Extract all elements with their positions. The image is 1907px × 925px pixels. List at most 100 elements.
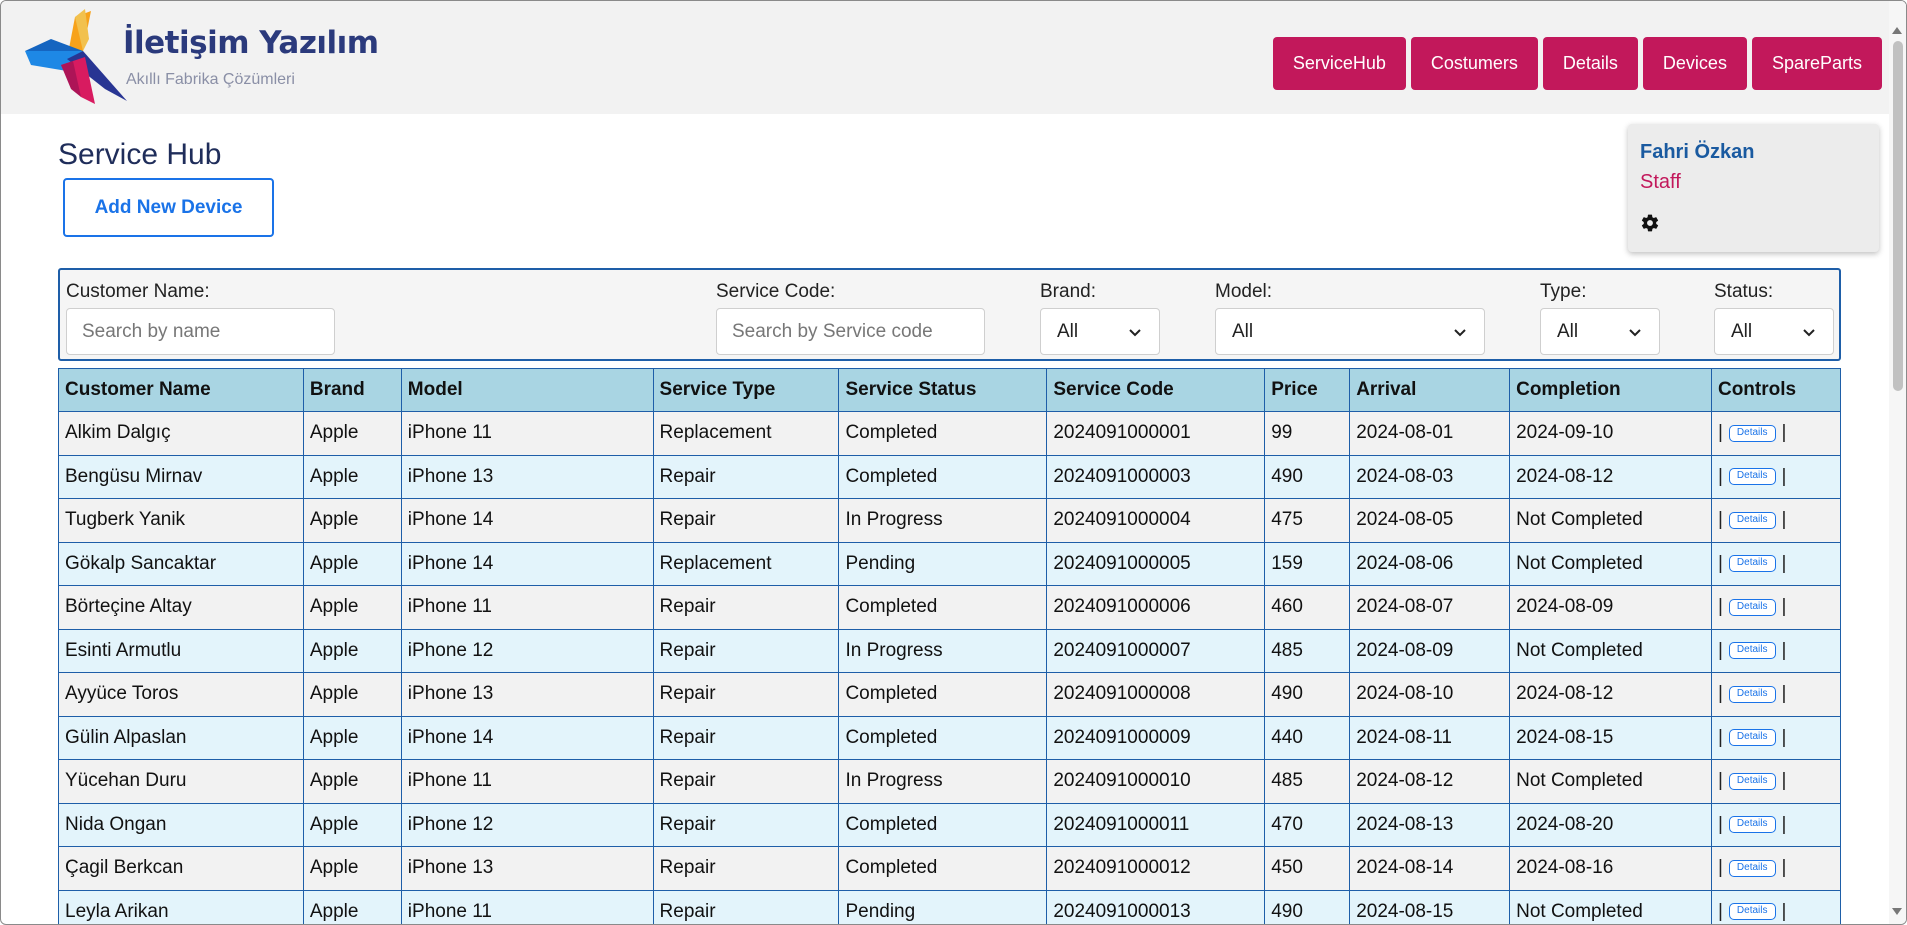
model-cell: iPhone 13 (400, 672, 654, 717)
details-button[interactable]: Details (1728, 816, 1776, 834)
brand-cell: Apple (302, 889, 402, 924)
controls-cell: | Details | (1710, 454, 1842, 499)
table-row[interactable]: Bengüsu Mirnav Apple iPhone 13 Repair Comple… (58, 454, 1842, 499)
details-button[interactable]: Details (1728, 642, 1776, 660)
separator: | (1717, 596, 1723, 618)
customer-name-cell: Esinti Armutlu (58, 628, 304, 673)
service-status-cell: Completed (838, 802, 1048, 847)
column-header[interactable]: Service Status (838, 368, 1048, 412)
table-row[interactable]: Esinti Armutlu Apple iPhone 12 Repair In Pro… (58, 628, 1842, 673)
type-label: Type: (1540, 281, 1587, 302)
service-status-cell: Completed (838, 672, 1048, 717)
table-row[interactable]: Leyla Arikan Apple iPhone 11 Repair Pending 2… (58, 889, 1842, 924)
service-code-cell: 2024091000006 (1046, 585, 1266, 630)
table-row[interactable]: Gülin Alpaslan Apple iPhone 14 Repair Comple… (58, 715, 1842, 760)
details-button[interactable]: Details (1728, 598, 1776, 616)
customer-name-label: Customer Name: (66, 281, 210, 302)
brand-cell: Apple (302, 715, 402, 760)
service-code-cell: 2024091000011 (1046, 802, 1266, 847)
column-header[interactable]: Price (1264, 368, 1351, 412)
details-button[interactable]: Details (1728, 903, 1776, 921)
price-cell: 490 (1264, 454, 1351, 499)
gear-icon[interactable] (1640, 213, 1660, 233)
scroll-down-arrow-icon[interactable] (1892, 908, 1902, 915)
completion-cell: Not Completed (1509, 889, 1712, 924)
nav-devices-button[interactable]: Devices (1642, 37, 1747, 90)
separator: | (1717, 509, 1723, 531)
column-header[interactable]: Customer Name (58, 368, 304, 412)
table-row[interactable]: Gökalp Sancaktar Apple iPhone 14 Replacemen… (58, 541, 1842, 586)
type-select[interactable]: All (1540, 308, 1660, 355)
service-code-cell: 2024091000013 (1046, 889, 1266, 924)
chevron-down-icon (1129, 329, 1141, 337)
completion-cell: 2024-08-16 (1509, 846, 1712, 891)
completion-cell: 2024-08-12 (1509, 454, 1712, 499)
service-status-cell: Completed (838, 454, 1048, 499)
table-row[interactable]: Yücehan Duru Apple iPhone 11 Repair In Progr… (58, 759, 1842, 804)
nav-spareparts-button[interactable]: SpareParts (1751, 37, 1882, 90)
service-type-cell: Repair (652, 759, 840, 804)
table-row[interactable]: Çagil Berkcan Apple iPhone 13 Repair Complet… (58, 846, 1842, 891)
table-row[interactable]: Alkim Dalgıç Apple iPhone 11 Replacement Com… (58, 411, 1842, 456)
details-button[interactable]: Details (1728, 772, 1776, 790)
brand-select[interactable]: All (1040, 308, 1160, 355)
scroll-up-arrow-icon[interactable] (1892, 27, 1902, 34)
model-cell: iPhone 12 (400, 802, 654, 847)
service-code-search-input[interactable] (716, 308, 985, 355)
company-logo[interactable]: İletişim Yazılım Akıllı Fabrika Çözümler… (23, 9, 379, 109)
service-type-cell: Repair (652, 802, 840, 847)
table-body: Alkim Dalgıç Apple iPhone 11 Replacement Com… (58, 411, 1842, 924)
price-cell: 485 (1264, 628, 1351, 673)
service-code-label: Service Code: (716, 281, 836, 302)
separator: | (1717, 465, 1723, 487)
model-select[interactable]: All (1215, 308, 1485, 355)
customer-name-search-input[interactable] (66, 308, 335, 355)
brand-cell: Apple (302, 628, 402, 673)
service-status-cell: Completed (838, 846, 1048, 891)
column-header[interactable]: Arrival (1349, 368, 1511, 412)
details-button[interactable]: Details (1728, 859, 1776, 877)
customer-name-cell: Ayyüce Toros (58, 672, 304, 717)
table-row[interactable]: Tugberk Yanik Apple iPhone 14 Repair In Prog… (58, 498, 1842, 543)
price-cell: 450 (1264, 846, 1351, 891)
details-button[interactable]: Details (1728, 729, 1776, 747)
status-select-value: All (1731, 320, 1753, 342)
scroll-thumb[interactable] (1893, 41, 1903, 391)
service-status-cell: Completed (838, 411, 1048, 456)
column-header[interactable]: Completion (1509, 368, 1712, 412)
price-cell: 159 (1264, 541, 1351, 586)
chevron-down-icon (1629, 329, 1641, 337)
main-nav: ServiceHub Costumers Details Devices Spa… (1272, 37, 1882, 90)
model-cell: iPhone 11 (400, 585, 654, 630)
separator: | (1781, 813, 1787, 835)
details-button[interactable]: Details (1728, 424, 1776, 442)
controls-cell: | Details | (1710, 846, 1842, 891)
column-header[interactable]: Model (400, 368, 654, 412)
table-row[interactable]: Ayyüce Toros Apple iPhone 13 Repair Complete… (58, 672, 1842, 717)
nav-costumers-button[interactable]: Costumers (1410, 37, 1538, 90)
add-new-device-button[interactable]: Add New Device (63, 178, 274, 237)
details-button[interactable]: Details (1728, 468, 1776, 486)
table-row[interactable]: Nida Ongan Apple iPhone 12 Repair Completed 2… (58, 802, 1842, 847)
service-type-cell: Repair (652, 585, 840, 630)
separator: | (1717, 770, 1723, 792)
chevron-down-icon (1454, 329, 1466, 337)
customer-name-cell: Börteçine Altay (58, 585, 304, 630)
nav-details-button[interactable]: Details (1542, 37, 1638, 90)
model-label: Model: (1215, 281, 1273, 302)
column-header[interactable]: Brand (302, 368, 402, 412)
price-cell: 99 (1264, 411, 1351, 456)
details-button[interactable]: Details (1728, 555, 1776, 573)
details-button[interactable]: Details (1728, 511, 1776, 529)
vertical-scrollbar[interactable] (1889, 1, 1906, 924)
brand-cell: Apple (302, 672, 402, 717)
controls-cell: | Details | (1710, 759, 1842, 804)
nav-servicehub-button[interactable]: ServiceHub (1272, 37, 1406, 90)
chevron-down-icon (1803, 329, 1815, 337)
column-header[interactable]: Service Code (1046, 368, 1266, 412)
table-row[interactable]: Börteçine Altay Apple iPhone 11 Repair Compl… (58, 585, 1842, 630)
service-status-cell: Pending (838, 541, 1048, 586)
column-header[interactable]: Service Type (652, 368, 840, 412)
status-select[interactable]: All (1714, 308, 1834, 355)
details-button[interactable]: Details (1728, 685, 1776, 703)
